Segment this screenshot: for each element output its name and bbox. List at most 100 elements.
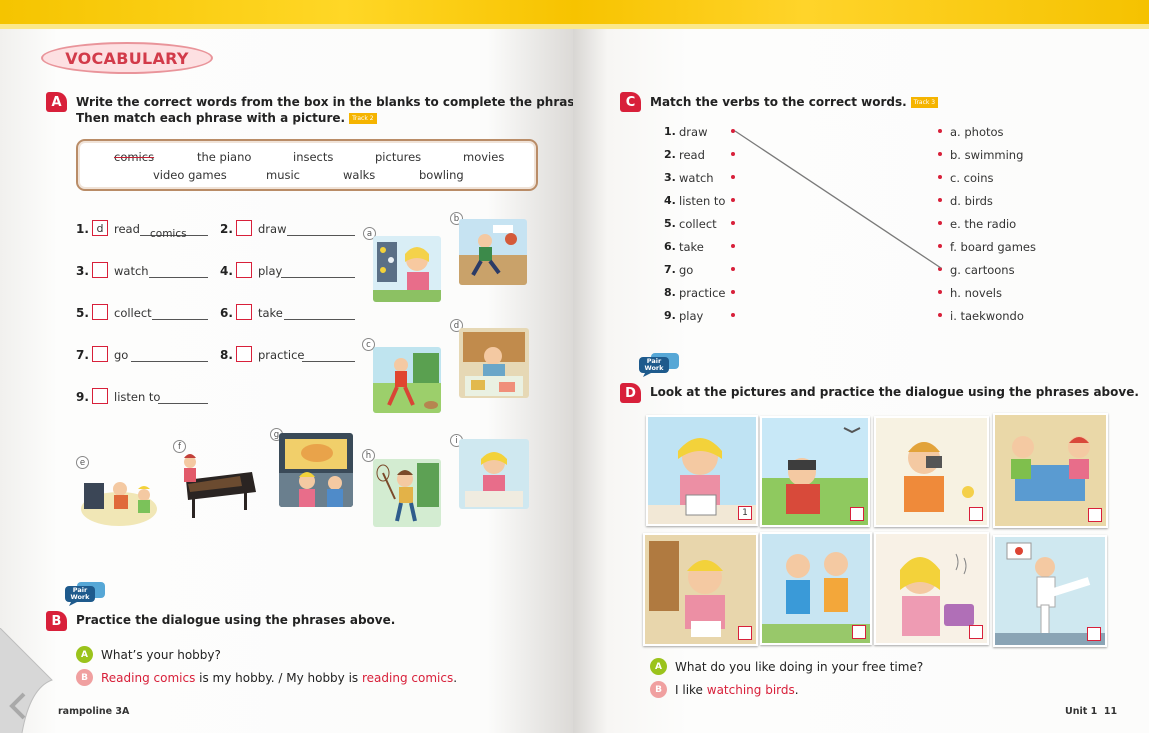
number-box[interactable] [850,507,864,521]
speaker-b-icon: B [76,669,93,686]
top-banner [0,0,1149,24]
picture-label: e [76,456,89,469]
answer-blank[interactable] [302,350,355,362]
item-verb: listen to [114,390,161,404]
item-verb: go [114,348,129,362]
word-box-item: movies [463,150,505,164]
answer-blank[interactable] [284,308,355,320]
section-d-instruction: Look at the pictures and practice the di… [650,385,1139,399]
number-box[interactable] [738,626,752,640]
word-box-item: insects [293,150,334,164]
answer-box[interactable]: d [92,220,108,236]
picture-listening-radio [874,532,989,645]
word-box-item: comics [114,150,155,164]
word-box-item: pictures [375,150,422,164]
item-number: 9. [76,390,89,404]
number-box[interactable] [852,625,866,639]
number-box[interactable] [969,625,983,639]
picture-i-music [459,439,529,509]
answer-box[interactable] [92,346,108,362]
picture-taking-photos [874,416,989,527]
dialogue-line-b: I like watching birds. [675,683,799,697]
answer-blank[interactable] [287,224,355,236]
answer-blank[interactable] [152,308,208,320]
pair-work-badge: Pair Work [63,582,107,606]
textbook-spread: VOCABULARY A Write the correct words fro… [0,0,1149,733]
right-page: C Match the verbs to the correct words. T… [573,29,1149,733]
answer-blank[interactable] [158,392,208,404]
dialogue-line-a: What do you like doing in your free time… [675,660,924,674]
answer-box[interactable] [236,346,252,362]
section-a-instruction-line1: Write the correct words from the box in … [76,95,595,109]
picture-board-games [993,413,1108,528]
picture-collecting-coins [760,532,872,645]
vocabulary-title: VOCABULARY [65,48,189,68]
speaker-a-icon: A [650,658,667,675]
picture-drawing: 1 [646,415,758,526]
answer-box[interactable] [92,304,108,320]
item-verb: take [258,306,283,320]
page-number: 11 [1103,706,1118,717]
picture-g-movies [279,433,353,507]
item-number: 8. [220,348,233,362]
speaker-b-icon: B [650,681,667,698]
item-verb: collect [114,306,152,320]
left-page: VOCABULARY A Write the correct words fro… [0,29,594,733]
picture-a-girl-drawing [373,236,441,302]
picture-h-insects [373,459,441,527]
picture-f-piano [176,444,258,522]
number-box[interactable] [1088,508,1102,522]
word-box-item: video games [153,168,227,182]
picture-b-bowling [459,219,527,285]
answer-box[interactable] [92,388,108,404]
pair-work-label: Pair Work [644,357,664,372]
footer-unit: Unit 1 11 [1065,706,1118,717]
answer-blank[interactable] [131,350,208,362]
item-number: 2. [220,222,233,236]
item-number: 3. [76,264,89,278]
answer-blank[interactable] [149,266,208,278]
number-box[interactable]: 1 [738,506,752,520]
speaker-a-icon: A [76,646,93,663]
item-verb: play [258,264,283,278]
item-number: 5. [76,306,89,320]
picture-taekwondo [993,535,1107,647]
word-box-item: bowling [419,168,464,182]
item-number: 7. [76,348,89,362]
picture-reading-novels [643,533,758,646]
item-verb: read [114,222,140,236]
item-number: 6. [220,306,233,320]
picture-d-reading-comics [459,328,529,398]
word-box-item: music [266,168,301,182]
word-box-item: walks [343,168,376,182]
item-verb: watch [114,264,149,278]
answer-box[interactable] [236,262,252,278]
vocabulary-title-badge: VOCABULARY [41,42,213,74]
item-number: 1. [76,222,89,236]
item-number: 4. [220,264,233,278]
picture-e-video-games [80,469,158,527]
word-box: comics the piano insects pictures movies… [76,139,538,191]
dialogue-line-a: What’s your hobby? [101,648,221,662]
number-box[interactable] [1087,627,1101,641]
number-box[interactable] [969,507,983,521]
answer-box[interactable] [236,304,252,320]
example-match-line [734,130,942,269]
pair-work-badge: Pair Work [637,353,681,377]
dialogue-line-b: Reading comics is my hobby. / My hobby i… [101,671,458,685]
pair-work-label: Pair Work [70,586,90,601]
picture-c-walking-dog [373,347,441,413]
answer-box[interactable] [236,220,252,236]
picture-watching-birds [760,416,870,527]
answer-blank[interactable]: comics [140,224,208,240]
item-verb: practice [258,348,305,362]
answer-blank[interactable] [281,266,355,278]
section-d-badge: D [620,383,641,403]
track-2-label[interactable]: Track 2 [349,113,377,124]
word-box-item: the piano [197,150,252,164]
section-a-badge: A [46,92,67,112]
item-verb: draw [258,222,287,236]
section-a-instruction-line2: Then match each phrase with a picture. Tr… [76,111,377,125]
answer-box[interactable] [92,262,108,278]
page-curl-back-button[interactable] [0,628,70,733]
